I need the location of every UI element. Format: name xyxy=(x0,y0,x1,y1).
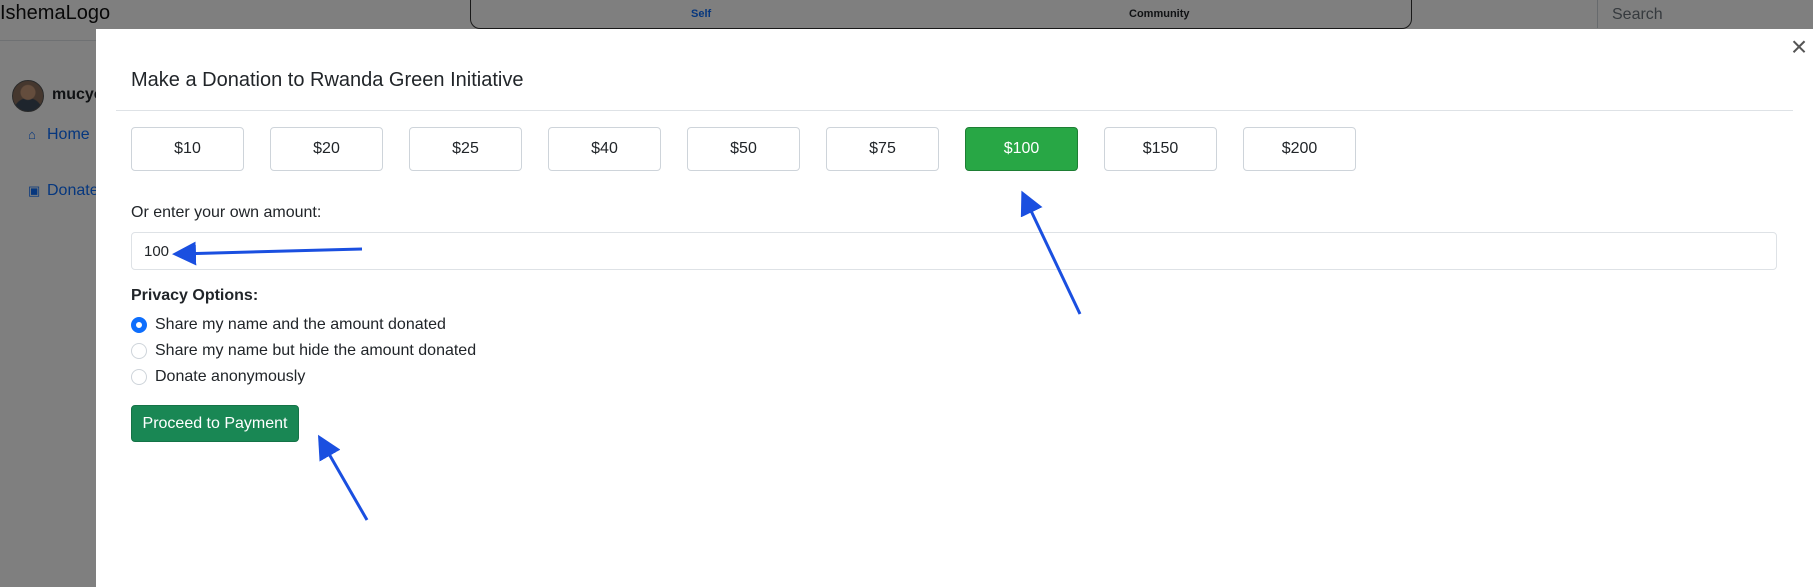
amount-button-10[interactable]: $10 xyxy=(131,127,244,171)
amount-button-40[interactable]: $40 xyxy=(548,127,661,171)
radio-button[interactable] xyxy=(131,369,147,385)
amount-button-20[interactable]: $20 xyxy=(270,127,383,171)
privacy-options-title: Privacy Options: xyxy=(131,287,259,304)
close-icon[interactable]: × xyxy=(1788,33,1810,61)
amount-button-150[interactable]: $150 xyxy=(1104,127,1217,171)
amount-button-25[interactable]: $25 xyxy=(409,127,522,171)
radio-button[interactable] xyxy=(131,343,147,359)
amount-button-100[interactable]: $100 xyxy=(965,127,1078,171)
radio-label[interactable]: Donate anonymously xyxy=(155,368,305,386)
amount-button-75[interactable]: $75 xyxy=(826,127,939,171)
amount-button-200[interactable]: $200 xyxy=(1243,127,1356,171)
own-amount-label: Or enter your own amount: xyxy=(131,204,322,221)
proceed-to-payment-button[interactable]: Proceed to Payment xyxy=(131,405,299,442)
radio-label[interactable]: Share my name and the amount donated xyxy=(155,316,446,334)
radio-label[interactable]: Share my name but hide the amount donate… xyxy=(155,342,476,360)
modal-title: Make a Donation to Rwanda Green Initiati… xyxy=(131,69,524,91)
own-amount-input[interactable] xyxy=(131,232,1777,270)
modal-header-divider xyxy=(116,110,1793,111)
amount-button-50[interactable]: $50 xyxy=(687,127,800,171)
donation-modal: Make a Donation to Rwanda Green Initiati… xyxy=(96,29,1813,587)
radio-button-checked[interactable] xyxy=(131,317,147,333)
